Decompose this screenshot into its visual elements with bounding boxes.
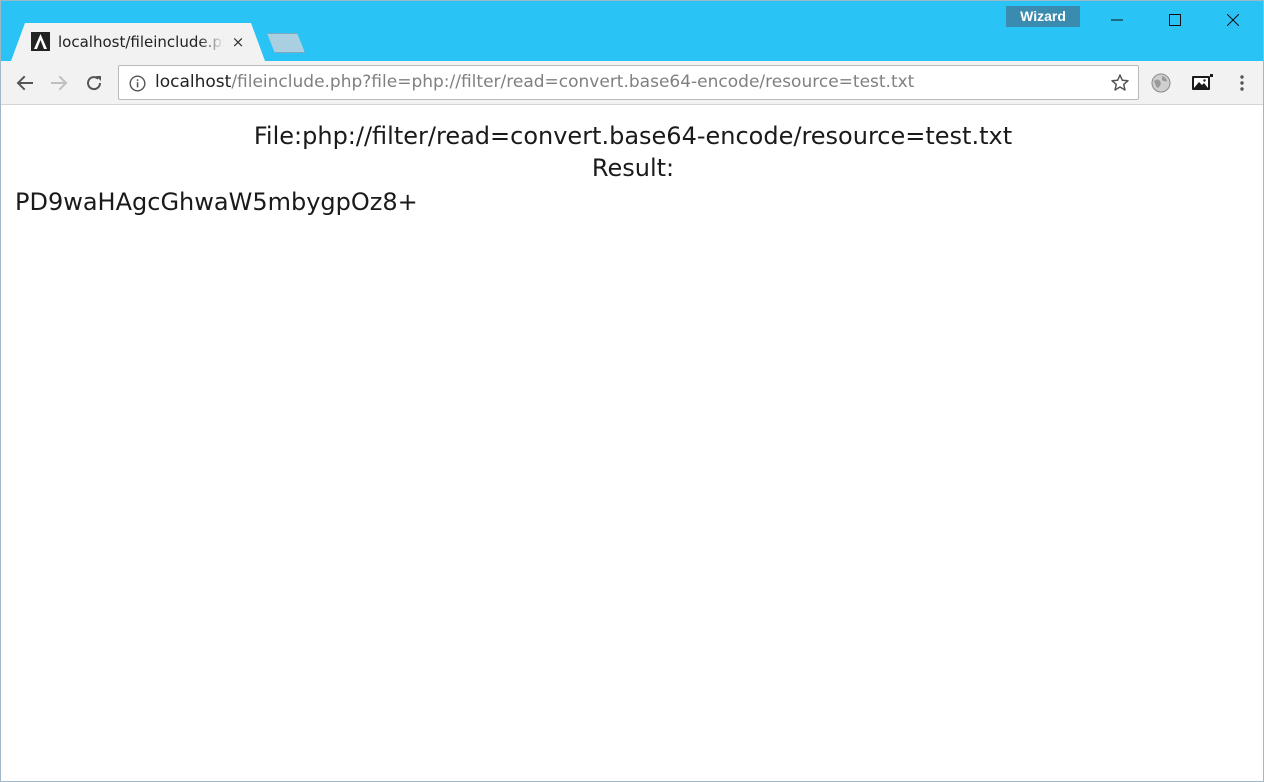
new-tab-shape [267,34,304,52]
browser-menu-button[interactable] [1230,71,1254,95]
browser-toolbar: localhost/fileinclude.php?file=php://fil… [1,61,1263,105]
base64-output: PD9waHAgcGhwaW5mbygpOz8+ [15,188,418,216]
maximize-button[interactable] [1146,1,1204,39]
profile-badge[interactable]: Wizard [1006,6,1080,27]
minimize-icon [1111,19,1123,21]
reload-icon [87,76,102,91]
forward-button[interactable] [46,70,72,96]
tab-title[interactable]: localhost/fileinclude.php?file=php://fil… [58,32,224,52]
new-tab-button[interactable] [267,33,305,53]
address-url[interactable]: localhost/fileinclude.php?file=php://fil… [155,66,914,99]
star-icon[interactable] [1110,73,1130,93]
url-host: localhost [155,72,232,92]
page-content: File:php://filter/read=convert.base64-en… [1,106,1263,781]
image-extension-button[interactable] [1190,71,1214,95]
url-path: /fileinclude.php?file=php://filter/read=… [231,72,915,92]
image-icon [1192,74,1213,90]
result-label: Result: [591,154,675,182]
browser-window: localhost/fileinclude.php?file=php://fil… [0,0,1264,782]
maximize-icon [1169,14,1181,26]
forward-arrow-icon [51,75,68,91]
close-window-button[interactable] [1204,1,1262,39]
back-arrow-icon [16,75,33,91]
info-icon[interactable] [129,75,146,92]
close-icon [1227,14,1239,26]
address-bar[interactable]: localhost/fileinclude.php?file=php://fil… [118,65,1139,100]
file-path-text: File:php://filter/read=convert.base64-en… [253,122,1013,150]
letter-a-icon [31,32,50,51]
kebab-menu-icon [1240,75,1244,91]
globe-icon [1151,73,1171,93]
reload-button[interactable] [81,70,107,96]
back-button[interactable] [12,70,38,96]
minimize-button[interactable] [1088,1,1146,39]
globe-extension-button[interactable] [1149,71,1173,95]
tab-close-icon[interactable]: × [229,32,247,52]
tab-strip: localhost/fileinclude.php?file=php://fil… [1,1,1263,61]
